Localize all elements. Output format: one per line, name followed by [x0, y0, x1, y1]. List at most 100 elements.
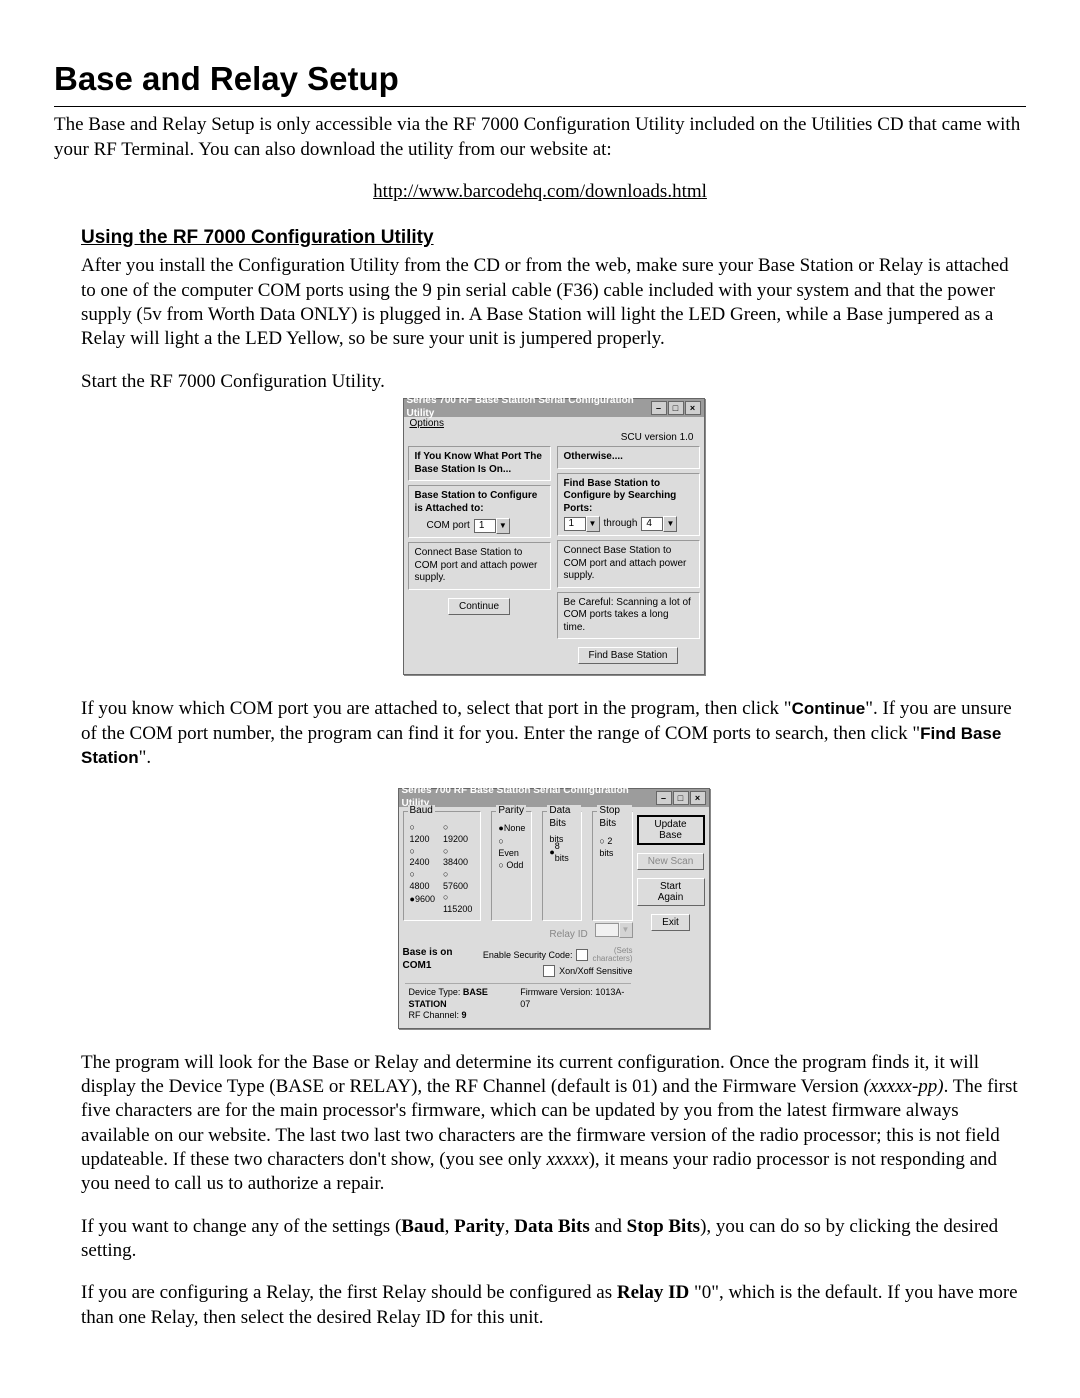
- xon-label: Xon/Xoff Sensitive: [559, 966, 632, 978]
- menu-options[interactable]: Options: [410, 418, 444, 429]
- radio-option[interactable]: 9600: [410, 892, 435, 906]
- win1-right-find-b: Configure by Searching: [564, 490, 677, 501]
- data-label: Data Bits: [547, 805, 581, 831]
- com-port-label: COM port: [427, 520, 470, 533]
- para-know-c: ".: [139, 747, 152, 768]
- range-to-select[interactable]: 4 ▼: [641, 517, 677, 531]
- find-base-station-button[interactable]: Find Base Station: [578, 647, 679, 664]
- base-on-com: Base is onCOM1: [403, 947, 453, 972]
- minimize-icon[interactable]: –: [656, 791, 672, 805]
- stopbits-bold: Stop Bits: [627, 1216, 700, 1237]
- close-icon[interactable]: ×: [690, 791, 706, 805]
- radio-option[interactable]: 2 bits: [599, 836, 625, 859]
- radio-option[interactable]: None: [498, 822, 525, 836]
- continue-button[interactable]: Continue: [448, 598, 510, 615]
- continue-bold: Continue: [792, 699, 866, 718]
- relay-id-select[interactable]: ▼: [595, 923, 633, 937]
- win1-title: Series 700 RF Base Station Serial Config…: [407, 395, 651, 421]
- para-after-install: After you install the Configuration Util…: [81, 254, 1026, 351]
- radio-option[interactable]: 1200: [410, 822, 435, 845]
- baud-col2: 192003840057600115200: [443, 822, 474, 916]
- exit-button[interactable]: Exit: [651, 914, 690, 931]
- xon-row: Xon/Xoff Sensitive: [483, 965, 633, 977]
- radio-option[interactable]: Odd: [498, 860, 525, 872]
- radio-option[interactable]: 57600: [443, 869, 474, 892]
- relay-id-label: Relay ID: [549, 929, 587, 940]
- close-icon[interactable]: ×: [685, 401, 701, 415]
- win1-left-note: Connect Base Station to COM port and att…: [408, 542, 551, 590]
- maximize-icon[interactable]: □: [668, 401, 684, 415]
- security-hint: (Sets characters): [592, 947, 632, 963]
- win1-left-attach-b: is Attached to:: [415, 503, 484, 514]
- com-port-select[interactable]: 1 ▼: [474, 519, 510, 533]
- range-to-value: 4: [641, 517, 663, 531]
- chevron-down-icon[interactable]: ▼: [619, 922, 633, 938]
- radio-option[interactable]: Even: [498, 836, 525, 859]
- win1-left-heading: If You Know What Port The Base Station I…: [408, 446, 551, 481]
- parity-col: NoneEvenOdd: [498, 822, 525, 871]
- stopbits-group[interactable]: Stop Bits 1 bit2 bits: [592, 811, 632, 921]
- win1-version: SCU version 1.0: [404, 432, 704, 445]
- win1-left-attach: Base Station to Configure is Attached to…: [408, 485, 551, 538]
- win1-right-warn: Be Careful: Scanning a lot of COM ports …: [557, 592, 700, 640]
- win1-right-note: Connect Base Station to COM port and att…: [557, 540, 700, 588]
- range-from-value: 1: [564, 517, 586, 531]
- com-port-value: 1: [474, 519, 496, 533]
- screenshot-port-dialog: Series 700 RF Base Station Serial Config…: [403, 398, 705, 675]
- para-relay-a: If you are configuring a Relay, the firs…: [81, 1282, 617, 1303]
- relayid-bold: Relay ID: [617, 1282, 689, 1303]
- maximize-icon[interactable]: □: [673, 791, 689, 805]
- para-start-utility: Start the RF 7000 Configuration Utility.: [81, 370, 1026, 394]
- chevron-down-icon[interactable]: ▼: [496, 518, 510, 534]
- para-relay: If you are configuring a Relay, the firs…: [81, 1281, 1026, 1330]
- security-checkbox[interactable]: [576, 949, 588, 961]
- para-know-a: If you know which COM port you are attac…: [81, 698, 792, 719]
- parity-bold: Parity: [454, 1216, 505, 1237]
- win1-right-heading: Otherwise....: [557, 446, 700, 469]
- radio-option[interactable]: 2400: [410, 846, 435, 869]
- para-program: The program will look for the Base or Re…: [81, 1051, 1026, 1197]
- rfchannel-label: RF Channel:: [409, 1010, 460, 1020]
- radio-option[interactable]: 19200: [443, 822, 474, 845]
- databits-bold: Data Bits: [514, 1216, 589, 1237]
- minimize-icon[interactable]: –: [651, 401, 667, 415]
- section-heading: Using the RF 7000 Configuration Utility: [81, 226, 1026, 250]
- radio-option[interactable]: 4800: [410, 869, 435, 892]
- win1-right-find-a: Find Base Station to: [564, 478, 661, 489]
- fw-token1: (xxxxx-pp): [863, 1076, 943, 1097]
- download-link-row: http://www.barcodehq.com/downloads.html: [54, 180, 1026, 204]
- para-change: If you want to change any of the setting…: [81, 1215, 1026, 1264]
- xon-checkbox[interactable]: [543, 965, 555, 977]
- radio-option[interactable]: 38400: [443, 846, 474, 869]
- parity-group[interactable]: Parity NoneEvenOdd: [491, 811, 532, 921]
- start-again-button[interactable]: Start Again: [637, 878, 705, 906]
- range-from-select[interactable]: 1 ▼: [564, 517, 600, 531]
- fw-token2: xxxxx: [546, 1149, 588, 1170]
- baud-group[interactable]: Baud 1200240048009600 192003840057600115…: [403, 811, 482, 921]
- range-mid-label: through: [604, 518, 638, 531]
- win1-right-find-c: Ports:: [564, 503, 593, 514]
- parity-label: Parity: [496, 805, 526, 818]
- update-base-button[interactable]: Update Base: [637, 815, 705, 845]
- databits-group[interactable]: Data Bits 7 bits8 bits: [542, 811, 582, 921]
- fw-label: Firmware Version:: [520, 987, 593, 997]
- win1-left-attach-a: Base Station to Configure: [415, 490, 538, 501]
- win1-titlebar: Series 700 RF Base Station Serial Config…: [404, 399, 704, 417]
- chevron-down-icon[interactable]: ▼: [586, 516, 600, 532]
- win1-right-find: Find Base Station to Configure by Search…: [557, 473, 700, 537]
- para-program-a: The program will look for the Base or Re…: [81, 1052, 979, 1097]
- radio-option[interactable]: 115200: [443, 892, 474, 915]
- devtype-label: Device Type:: [409, 987, 461, 997]
- new-scan-button[interactable]: New Scan: [637, 853, 705, 870]
- para-know-port: If you know which COM port you are attac…: [81, 697, 1026, 770]
- intro-paragraph: The Base and Relay Setup is only accessi…: [54, 113, 1026, 162]
- relay-id-value: [595, 923, 619, 937]
- download-link[interactable]: http://www.barcodehq.com/downloads.html: [373, 181, 707, 202]
- baud-label: Baud: [408, 805, 435, 818]
- win2-footer: Device Type: BASE STATION RF Channel: 9 …: [405, 983, 631, 1022]
- page-title: Base and Relay Setup: [54, 58, 1026, 100]
- chevron-down-icon[interactable]: ▼: [663, 516, 677, 532]
- baud-bold: Baud: [401, 1216, 444, 1237]
- para-change-a: If you want to change any of the setting…: [81, 1216, 401, 1237]
- radio-option[interactable]: 8 bits: [549, 846, 575, 860]
